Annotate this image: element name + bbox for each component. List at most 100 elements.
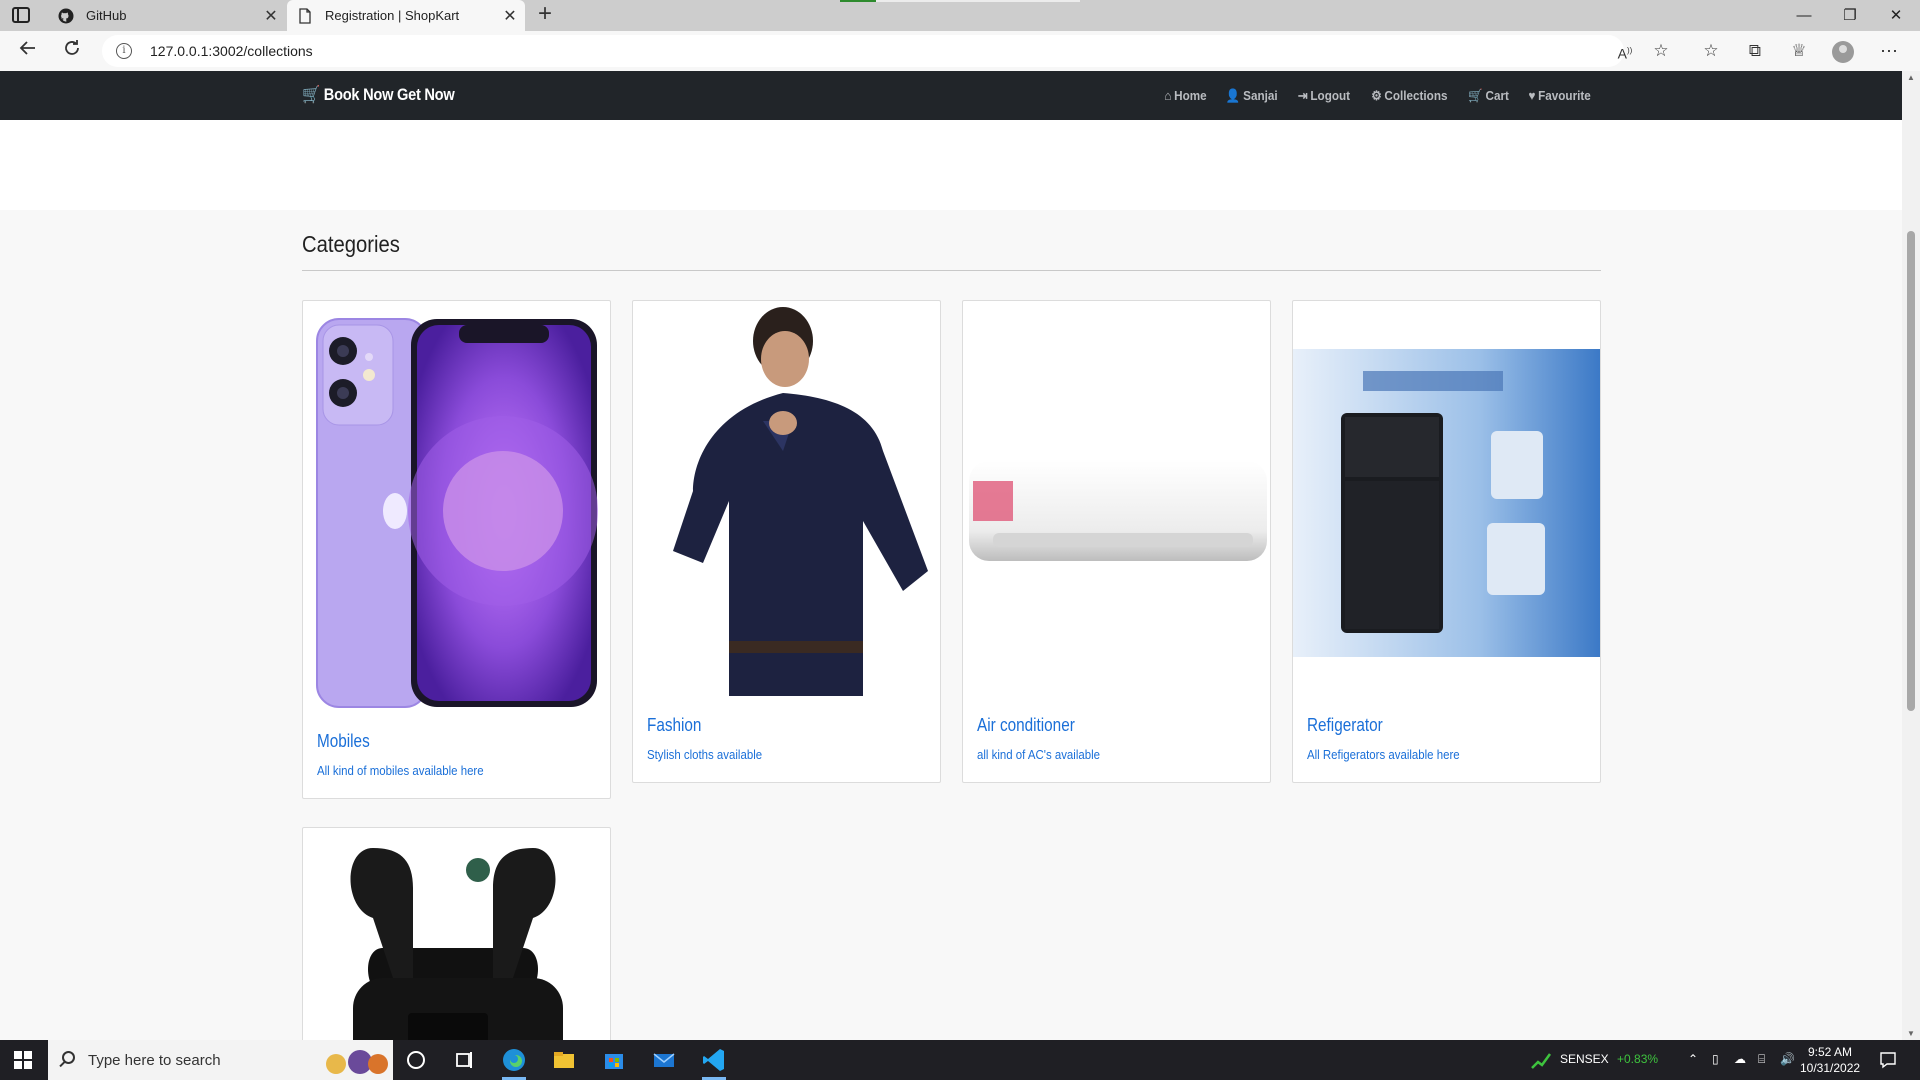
volume-icon[interactable]: 🔊 (1780, 1052, 1795, 1066)
home-icon: ⌂ (1164, 88, 1172, 103)
category-card-earbuds[interactable] (302, 827, 611, 1040)
network-icon[interactable]: ⌸ (1758, 1052, 1765, 1067)
task-view-icon[interactable] (450, 1046, 478, 1074)
page-viewport: 🛒 Book Now Get Now ⌂ Home 👤 Sanjai ⇥ Logout… (0, 71, 1902, 1040)
card-title[interactable]: Refigerator (1307, 715, 1383, 736)
refresh-button[interactable] (58, 38, 86, 64)
back-button[interactable] (14, 38, 42, 64)
user-icon: 👤 (1226, 88, 1241, 103)
nav-home[interactable]: ⌂ Home (1165, 88, 1207, 104)
profile-avatar[interactable] (1832, 41, 1854, 63)
tab-github[interactable]: GitHub ✕ (48, 0, 286, 31)
category-card-mobiles[interactable]: Mobiles All kind of mobiles available he… (302, 300, 611, 799)
screen: GitHub ✕ Registration | ShopKart ✕ + — ❐… (0, 0, 1920, 1080)
store-icon[interactable] (600, 1046, 628, 1074)
tab-label: GitHub (86, 8, 127, 23)
scroll-up-icon[interactable]: ▲ (1906, 73, 1916, 82)
card-title[interactable]: Fashion (647, 715, 701, 736)
cubes-icon: ⚙ (1371, 88, 1382, 103)
stock-chart-icon (1531, 1053, 1552, 1069)
page-scrollbar[interactable]: ▲ ▼ (1902, 71, 1920, 1040)
browser-toolbar: i 127.0.0.1:3002/collections A)) ☆ ☆ ⧉ ♕… (0, 31, 1920, 71)
cortana-icon[interactable] (402, 1046, 430, 1074)
file-explorer-icon[interactable] (550, 1046, 578, 1074)
card-title[interactable]: Mobiles (317, 731, 370, 752)
cart-icon: 🛒 (302, 85, 320, 104)
nav-cart[interactable]: 🛒 Cart (1468, 88, 1509, 104)
browser-tab-strip: GitHub ✕ Registration | ShopKart ✕ + — ❐… (0, 0, 1920, 31)
mobiles-image[interactable] (303, 301, 610, 721)
card-description: All kind of mobiles available here (317, 763, 484, 778)
search-icon (62, 1051, 75, 1064)
minimize-button[interactable]: — (1782, 0, 1826, 31)
onedrive-icon[interactable]: ☁ (1734, 1052, 1746, 1066)
fashion-image[interactable] (633, 301, 940, 705)
category-card-air-conditioner[interactable]: Air conditioner all kind of AC's availab… (962, 300, 1271, 783)
windows-taskbar: Type here to search SENSEX +0.83% ⌃ ▯ ☁ … (0, 1040, 1920, 1080)
heart-icon: ♥ (1528, 88, 1536, 103)
nav-collections[interactable]: ⚙ Collections (1371, 88, 1447, 104)
device-icon[interactable]: ▯ (1712, 1052, 1719, 1066)
settings-more-icon[interactable]: ⋯ (1876, 39, 1902, 63)
earbuds-image[interactable] (303, 828, 610, 1040)
nav-label: Favourite (1537, 88, 1591, 103)
windows-start-icon[interactable] (14, 1051, 32, 1069)
nav-links: ⌂ Home 👤 Sanjai ⇥ Logout ⚙ Collections 🛒 Cart… (1162, 88, 1594, 104)
back-arrow-icon (19, 41, 35, 55)
url-text[interactable]: 127.0.0.1:3002/collections (150, 43, 313, 59)
page-icon (299, 7, 311, 24)
site-info-icon[interactable]: i (116, 43, 132, 59)
mail-icon[interactable] (650, 1046, 678, 1074)
vscode-icon[interactable] (700, 1046, 728, 1080)
favorites-icon[interactable]: ☆ (1698, 39, 1724, 63)
scrollbar-thumb[interactable] (1907, 231, 1915, 711)
refrigerator-image[interactable] (1293, 301, 1600, 705)
collections-icon[interactable]: ⧉ (1742, 39, 1768, 63)
tab-shopkart[interactable]: Registration | ShopKart ✕ (287, 0, 525, 31)
tab-actions-icon[interactable] (12, 7, 30, 23)
new-tab-button[interactable]: + (532, 2, 558, 28)
nav-label: Sanjai (1243, 88, 1279, 103)
close-window-button[interactable]: ✕ (1874, 0, 1918, 31)
extensions-icon[interactable]: ♕ (1786, 39, 1812, 63)
card-title[interactable]: Air conditioner (977, 715, 1075, 736)
page-load-progress-fill (840, 0, 876, 2)
nav-user[interactable]: 👤 Sanjai (1226, 88, 1278, 104)
sensex-label[interactable]: SENSEX (1560, 1052, 1609, 1066)
taskbar-clock[interactable]: 9:52 AM 10/31/2022 (1800, 1044, 1860, 1076)
section-divider (302, 270, 1601, 271)
logout-icon: ⇥ (1297, 88, 1308, 103)
tab-close-icon[interactable]: ✕ (256, 6, 286, 26)
nav-label: Home (1174, 88, 1208, 103)
brand-logo[interactable]: 🛒 Book Now Get Now (302, 85, 455, 105)
address-bar[interactable]: i 127.0.0.1:3002/collections (102, 35, 1624, 67)
nav-label: Collections (1384, 88, 1448, 103)
card-description: Stylish cloths available (647, 747, 763, 762)
category-card-refigerator[interactable]: Refigerator All Refigerators available h… (1292, 300, 1601, 783)
card-description: all kind of AC's available (977, 747, 1101, 762)
tab-close-icon[interactable]: ✕ (495, 6, 525, 26)
edge-browser-icon[interactable] (500, 1046, 528, 1080)
hero-spacer (0, 120, 1902, 210)
page-load-progress (840, 0, 1080, 2)
taskbar-search[interactable]: Type here to search (48, 1040, 393, 1080)
search-placeholder[interactable]: Type here to search (88, 1052, 221, 1069)
clock-date: 10/31/2022 (1800, 1061, 1861, 1075)
add-favorite-icon[interactable]: ☆ (1648, 39, 1674, 63)
notifications-icon[interactable] (1878, 1050, 1898, 1070)
search-highlight-icon (326, 1050, 388, 1074)
nav-logout[interactable]: ⇥ Logout (1298, 88, 1350, 104)
scroll-down-icon[interactable]: ▼ (1906, 1029, 1916, 1038)
nav-label: Cart (1485, 88, 1509, 103)
sensex-change: +0.83% (1617, 1052, 1659, 1066)
air-conditioner-image[interactable] (963, 301, 1270, 705)
nav-favourite[interactable]: ♥ Favourite (1528, 88, 1590, 104)
brand-text: Book Now Get Now (323, 85, 455, 104)
clock-time: 9:52 AM (1807, 1045, 1853, 1059)
read-aloud-icon[interactable]: A)) (1612, 39, 1638, 63)
restore-button[interactable]: ❐ (1828, 0, 1872, 31)
category-card-fashion[interactable]: Fashion Stylish cloths available (632, 300, 941, 783)
refresh-icon (65, 40, 79, 55)
tab-label: Registration | ShopKart (325, 8, 460, 23)
show-hidden-icons-icon[interactable]: ⌃ (1688, 1052, 1698, 1066)
